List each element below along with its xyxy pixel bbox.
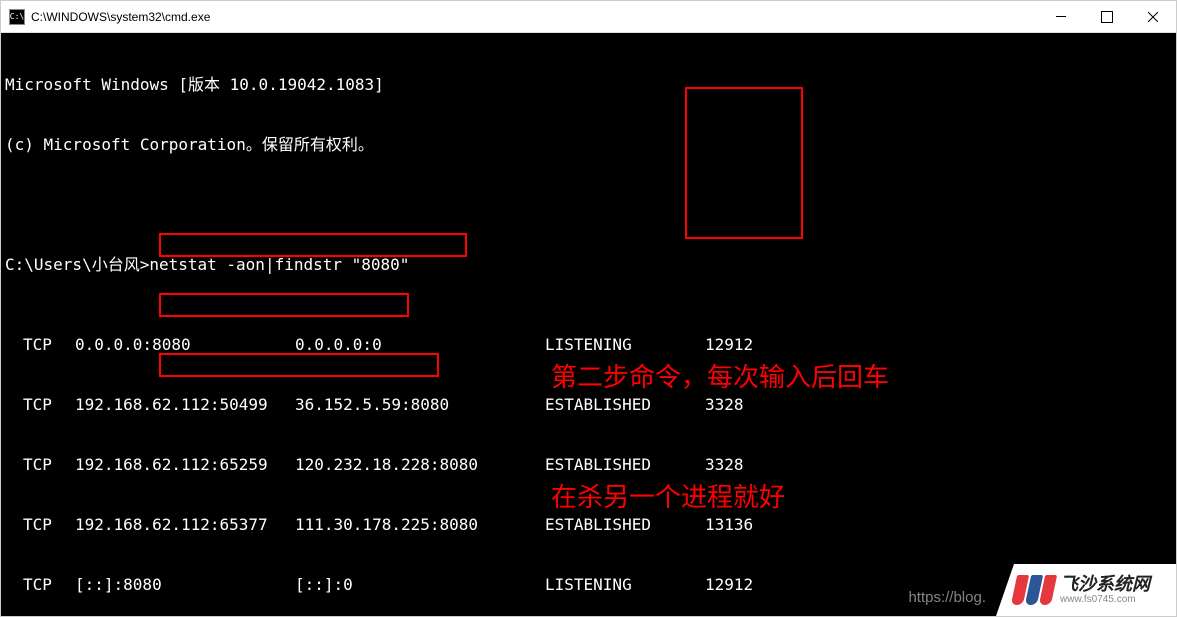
minimize-button[interactable] xyxy=(1038,1,1084,32)
watermark-logo: 飞沙系统网 www.fs0745.com xyxy=(996,564,1176,616)
blank-line xyxy=(5,195,1172,215)
logo-title: 飞沙系统网 xyxy=(1060,575,1150,595)
command-line: C:\Users\小台风>netstat -aon|findstr "8080" xyxy=(5,255,1172,275)
titlebar[interactable]: C:\ C:\WINDOWS\system32\cmd.exe xyxy=(1,1,1176,33)
close-icon xyxy=(1148,12,1158,22)
watermark-url: https://blog. xyxy=(908,588,986,608)
header-line: Microsoft Windows [版本 10.0.19042.1083] xyxy=(5,75,1172,95)
logo-subtitle: www.fs0745.com xyxy=(1060,594,1150,605)
highlight-cmd3 xyxy=(159,293,409,317)
highlight-cmd2 xyxy=(159,233,467,257)
window-title: C:\WINDOWS\system32\cmd.exe xyxy=(31,10,210,24)
header-line: (c) Microsoft Corporation。保留所有权利。 xyxy=(5,135,1172,155)
terminal-area[interactable]: Microsoft Windows [版本 10.0.19042.1083] (… xyxy=(1,33,1176,616)
cmd-window: C:\ C:\WINDOWS\system32\cmd.exe Microsof… xyxy=(0,0,1177,617)
window-controls xyxy=(1038,1,1176,32)
cmd-icon: C:\ xyxy=(9,9,25,25)
highlight-cmd4 xyxy=(159,353,439,377)
maximize-button[interactable] xyxy=(1084,1,1130,32)
close-button[interactable] xyxy=(1130,1,1176,32)
highlight-pid-column xyxy=(685,87,803,239)
logo-flags-icon xyxy=(1014,575,1054,605)
annotation-text: 第二步命令，每次输入后回车 在杀另一个进程就好 xyxy=(551,277,889,597)
